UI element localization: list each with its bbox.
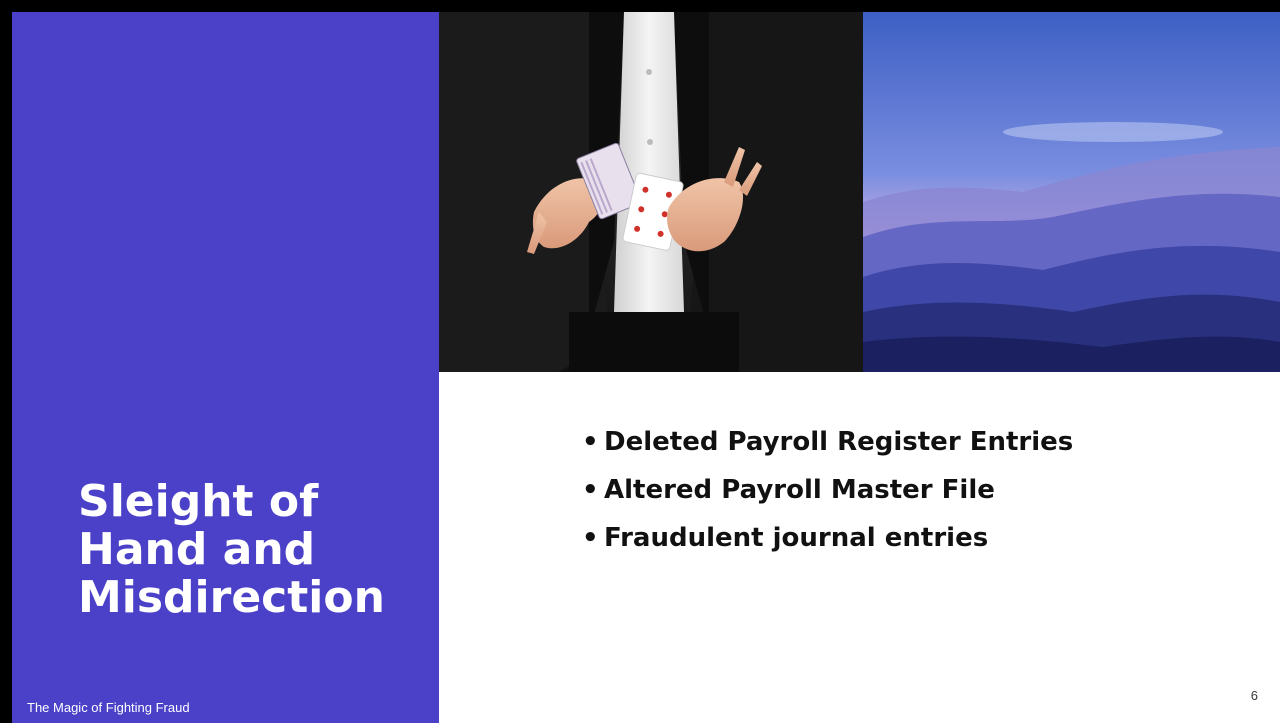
- slide-footer: The Magic of Fighting Fraud: [27, 700, 190, 715]
- mountains-photo: [863, 12, 1280, 372]
- bullet-item: Altered Payroll Master File: [582, 466, 1073, 514]
- bullet-item: Fraudulent journal entries: [582, 514, 1073, 562]
- title-line-1: Sleight of: [78, 476, 319, 527]
- title-line-2: Hand and: [78, 524, 316, 575]
- title-line-3: Misdirection: [78, 572, 385, 623]
- slide-title: Sleight of Hand and Misdirection: [78, 478, 418, 622]
- slide: Sleight of Hand and Misdirection The Mag…: [0, 0, 1280, 723]
- window-frame-top: [0, 0, 1280, 12]
- bullet-list: Deleted Payroll Register Entries Altered…: [582, 418, 1073, 562]
- window-frame-left: [0, 0, 12, 723]
- title-panel: Sleight of Hand and Misdirection The Mag…: [12, 12, 439, 723]
- bullet-item: Deleted Payroll Register Entries: [582, 418, 1073, 466]
- page-number: 6: [1250, 688, 1258, 703]
- magician-photo: [439, 12, 863, 372]
